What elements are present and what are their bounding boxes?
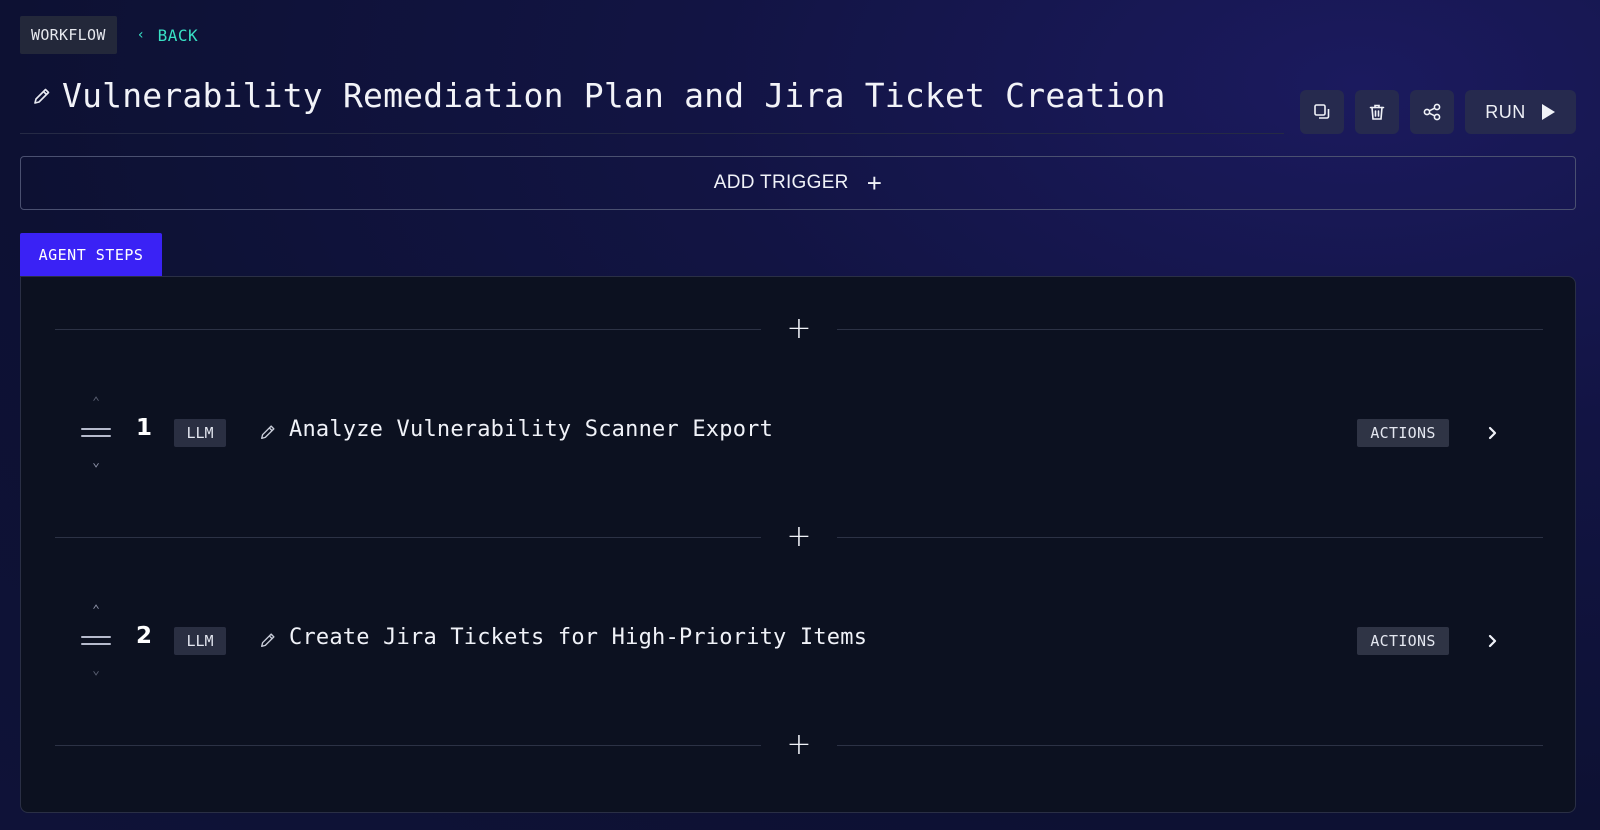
step-row: ⌃ ⌄ 1 LLM Analyze Vulnerability Scanner …	[21, 387, 1577, 477]
step-name[interactable]: Create Jira Tickets for High-Priority It…	[289, 625, 867, 650]
add-trigger-label: ADD TRIGGER	[713, 172, 849, 193]
divider	[837, 744, 1543, 746]
chevron-right-icon[interactable]	[1481, 421, 1505, 445]
step-name[interactable]: Analyze Vulnerability Scanner Export	[289, 417, 773, 442]
move-up-icon[interactable]: ⌃	[92, 604, 100, 617]
back-link[interactable]: ‹ BACK	[137, 26, 198, 45]
tab-agent-steps[interactable]: AGENT STEPS	[20, 233, 162, 277]
step-reorder-handle: ⌃ ⌄	[81, 595, 111, 685]
step-type-badge: LLM	[174, 627, 226, 655]
top-bar: WORKFLOW ‹ BACK	[20, 16, 198, 54]
insert-step-button[interactable]: +	[761, 730, 837, 760]
edit-step-icon[interactable]	[259, 423, 277, 441]
step-type-badge: LLM	[174, 419, 226, 447]
workflow-tag: WORKFLOW	[20, 16, 117, 54]
duplicate-button[interactable]	[1300, 90, 1344, 134]
title-row: Vulnerability Remediation Plan and Jira …	[20, 72, 1284, 134]
insert-step-row: +	[55, 730, 1543, 760]
move-down-icon[interactable]: ⌄	[92, 664, 100, 677]
insert-step-row: +	[55, 522, 1543, 552]
run-button[interactable]: RUN	[1465, 90, 1576, 134]
chevron-right-icon[interactable]	[1481, 629, 1505, 653]
step-row: ⌃ ⌄ 2 LLM Create Jira Tickets for High-P…	[21, 595, 1577, 685]
run-label: RUN	[1485, 101, 1526, 122]
move-up-icon[interactable]: ⌃	[92, 396, 100, 409]
share-button[interactable]	[1410, 90, 1454, 134]
divider	[55, 536, 761, 538]
copy-icon	[1314, 104, 1330, 119]
page-title[interactable]: Vulnerability Remediation Plan and Jira …	[62, 76, 1166, 115]
play-icon	[1541, 104, 1555, 120]
chevron-left-icon: ‹	[136, 27, 146, 43]
step-number: 1	[136, 415, 153, 441]
drag-handle-icon[interactable]	[81, 423, 111, 442]
delete-button[interactable]	[1355, 90, 1399, 134]
step-number: 2	[136, 623, 153, 649]
edit-title-icon[interactable]	[32, 86, 52, 106]
edit-step-icon[interactable]	[259, 631, 277, 649]
plus-icon: +	[866, 168, 883, 198]
back-label: BACK	[157, 25, 199, 45]
step-actions-badge[interactable]: ACTIONS	[1357, 627, 1449, 655]
divider	[837, 536, 1543, 538]
divider	[55, 744, 761, 746]
insert-step-button[interactable]: +	[761, 314, 837, 344]
step-actions-badge[interactable]: ACTIONS	[1357, 419, 1449, 447]
add-trigger-button[interactable]: ADD TRIGGER +	[20, 156, 1576, 210]
share-icon	[1423, 103, 1441, 121]
divider	[837, 328, 1543, 330]
trash-icon	[1369, 104, 1385, 120]
divider	[55, 328, 761, 330]
move-down-icon[interactable]: ⌄	[92, 456, 100, 469]
agent-steps-panel: + ⌃ ⌄ 1 LLM Analyze Vulnerability Scanne…	[20, 276, 1576, 813]
workflow-toolbar: RUN	[1300, 90, 1576, 134]
drag-handle-icon[interactable]	[81, 631, 111, 650]
insert-step-button[interactable]: +	[761, 522, 837, 552]
insert-step-row: +	[55, 314, 1543, 344]
step-reorder-handle: ⌃ ⌄	[81, 387, 111, 477]
